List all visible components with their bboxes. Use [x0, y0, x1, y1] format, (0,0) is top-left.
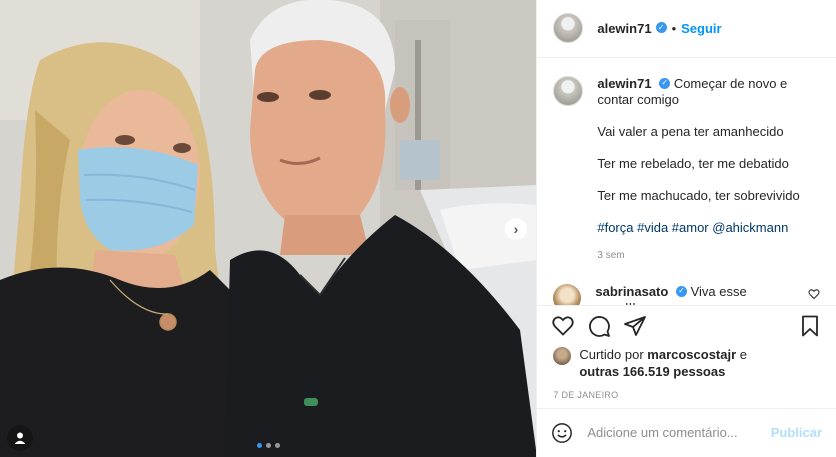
caption-timestamp[interactable]: 3 sem [597, 248, 807, 264]
add-comment-bar: Publicar [537, 407, 836, 457]
chevron-right-icon: › [513, 221, 519, 237]
author-username[interactable]: alewin71 [597, 21, 651, 36]
publish-button[interactable]: Publicar [771, 425, 822, 440]
user-tag-icon [14, 432, 26, 444]
comment-icon[interactable] [587, 314, 611, 338]
carousel-indicator [257, 443, 280, 448]
likes-text: Curtido por marcoscostajr e outras 166.5… [579, 346, 747, 380]
post-side-panel: alewin71 ✓ • Seguir alewin71 ✓ Começar d… [536, 0, 836, 457]
caption-line: Ter me rebelado, ter me debatido [597, 155, 789, 171]
carousel-dot-1 [257, 443, 262, 448]
likes-middle: e [736, 347, 748, 363]
heart-icon[interactable] [551, 314, 575, 338]
user-tag-button[interactable] [7, 425, 33, 451]
avatar[interactable] [553, 13, 584, 44]
instagram-post: › alewin71 ✓ • Seguir alewin71 ✓ Começar… [0, 0, 836, 457]
caption-avatar[interactable] [553, 75, 584, 106]
liker-avatar[interactable] [553, 347, 572, 366]
comment-item: sabrinasato ✓ Viva esse amor!!! [553, 283, 820, 306]
emoji-icon[interactable] [551, 422, 573, 444]
separator: • [671, 20, 677, 36]
photo-scene [0, 0, 537, 457]
verified-badge-icon: ✓ [675, 285, 687, 297]
likes-summary: Curtido por marcoscostajr e outras 166.5… [537, 346, 836, 380]
comment-text: sabrinasato ✓ Viva esse amor!!! [595, 284, 785, 305]
caption-hashtags[interactable]: #força #vida #amor @ahickmann [597, 220, 807, 236]
caption-username[interactable]: alewin71 [597, 76, 651, 91]
post-header: alewin71 ✓ • Seguir [537, 0, 836, 58]
comments-section: alewin71 ✓ Começar de novo e contar comi… [537, 58, 836, 306]
carousel-dot-3 [275, 443, 280, 448]
share-icon[interactable] [623, 314, 647, 338]
likes-count[interactable]: outras 166.519 pessoas [579, 364, 725, 379]
liker-username[interactable]: marcoscostajr [647, 347, 736, 362]
likes-prefix: Curtido por [579, 347, 648, 363]
comment-input[interactable] [585, 424, 771, 442]
post-date[interactable]: 7 DE JANEIRO [537, 380, 836, 408]
action-bar [537, 305, 836, 346]
caption-text: alewin71 ✓ Começar de novo e contar comi… [597, 76, 807, 264]
commenter-username[interactable]: sabrinasato [595, 284, 668, 299]
verified-badge-icon: ✓ [655, 21, 667, 33]
carousel-next-button[interactable]: › [505, 218, 527, 240]
carousel-dot-2 [266, 443, 271, 448]
caption: alewin71 ✓ Começar de novo e contar comi… [553, 75, 820, 264]
caption-line: Ter me machucado, ter sobrevivido [597, 187, 800, 203]
post-photo[interactable]: › [0, 0, 537, 457]
follow-button[interactable]: Seguir [681, 21, 721, 36]
verified-badge-icon: ✓ [659, 77, 671, 89]
bookmark-icon[interactable] [798, 314, 822, 338]
comment-like-icon[interactable] [808, 288, 820, 300]
caption-line: Vai valer a pena ter amanhecido [597, 123, 784, 139]
commenter-avatar[interactable] [553, 283, 582, 306]
